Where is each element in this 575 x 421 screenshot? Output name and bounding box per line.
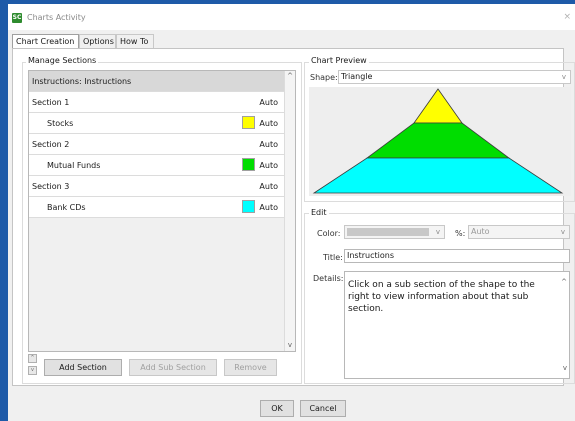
title-bar[interactable]: SC Charts Activity × — [8, 4, 575, 30]
details-label: Details: — [313, 274, 344, 283]
shape-label: Shape: — [310, 73, 338, 82]
chevron-down-icon: v — [435, 228, 440, 236]
color-swatch[interactable] — [242, 200, 255, 213]
window-title: Charts Activity — [27, 13, 86, 22]
list-item-label: Section 2 — [32, 140, 70, 149]
move-up-button[interactable]: ^ — [28, 354, 37, 363]
color-label: Color: — [317, 229, 341, 238]
list-item-label: Mutual Funds — [47, 161, 101, 170]
triangle-section-stocks[interactable] — [413, 88, 463, 124]
list-item[interactable]: Section 1 Auto — [29, 92, 285, 113]
list-item-label: Stocks — [47, 119, 74, 128]
scroll-up-arrow-icon[interactable]: ^ — [285, 71, 295, 82]
list-item[interactable]: Instructions: Instructions — [29, 71, 285, 92]
auto-value: Auto — [259, 98, 278, 107]
list-item[interactable]: Section 3 Auto — [29, 176, 285, 197]
title-label: Title: — [323, 253, 343, 262]
shape-select-value: Triangle — [341, 72, 373, 81]
details-text: Click on a sub section of the shape to t… — [348, 280, 535, 314]
close-icon[interactable]: × — [563, 12, 571, 22]
list-item[interactable]: Stocks Auto — [29, 113, 285, 134]
scroll-up-arrow-icon[interactable]: ^ — [561, 276, 567, 288]
title-input[interactable]: Instructions — [344, 249, 570, 263]
sections-list[interactable]: Instructions: Instructions Section 1 Aut… — [28, 70, 296, 352]
tab-options[interactable]: Options — [79, 34, 116, 48]
chart-preview-label: Chart Preview — [309, 56, 369, 65]
add-sub-section-button[interactable]: Add Sub Section — [129, 359, 217, 376]
add-section-button[interactable]: Add Section — [44, 359, 122, 376]
ok-button[interactable]: OK — [260, 400, 294, 417]
color-select[interactable]: v — [344, 225, 445, 239]
list-scrollbar[interactable]: ^ v — [284, 71, 295, 351]
triangle-chart[interactable] — [309, 87, 571, 196]
move-down-button[interactable]: v — [28, 366, 37, 375]
edit-label: Edit — [309, 208, 329, 217]
remove-button[interactable]: Remove — [224, 359, 277, 376]
auto-value: Auto — [259, 119, 278, 128]
auto-value: Auto — [259, 182, 278, 191]
chevron-down-icon: v — [560, 228, 565, 236]
details-textarea[interactable]: Click on a sub section of the shape to t… — [344, 271, 570, 379]
shape-select[interactable]: Triangle v — [338, 70, 571, 84]
auto-value: Auto — [259, 140, 278, 149]
percent-label: %: — [455, 229, 466, 238]
manage-sections-label: Manage Sections — [26, 56, 99, 65]
list-item-label: Bank CDs — [47, 203, 86, 212]
list-item-label: Section 3 — [32, 182, 70, 191]
list-item[interactable]: Bank CDs Auto — [29, 197, 285, 218]
percent-select[interactable]: Auto v — [468, 225, 570, 239]
auto-value: Auto — [259, 203, 278, 212]
list-item-label: Instructions: Instructions — [32, 77, 132, 86]
tab-how-to[interactable]: How To — [116, 34, 154, 48]
app-icon: SC — [12, 13, 22, 23]
list-item[interactable]: Section 2 Auto — [29, 134, 285, 155]
chart-preview-canvas[interactable] — [309, 87, 571, 196]
color-preview-swatch — [347, 228, 429, 236]
color-swatch[interactable] — [242, 116, 255, 129]
list-item[interactable]: Mutual Funds Auto — [29, 155, 285, 176]
tab-chart-creation[interactable]: Chart Creation — [12, 34, 79, 49]
triangle-section-mutual-funds[interactable] — [365, 122, 511, 159]
cancel-button[interactable]: Cancel — [300, 400, 346, 417]
scroll-down-arrow-icon[interactable]: v — [285, 340, 295, 351]
chevron-down-icon: v — [561, 73, 566, 81]
color-swatch[interactable] — [242, 158, 255, 171]
auto-value: Auto — [259, 161, 278, 170]
scroll-down-arrow-icon[interactable]: v — [563, 362, 567, 374]
list-item-label: Section 1 — [32, 98, 70, 107]
percent-select-value: Auto — [471, 227, 490, 236]
triangle-section-bank-cds[interactable] — [312, 157, 564, 194]
window-border-left — [0, 0, 8, 421]
